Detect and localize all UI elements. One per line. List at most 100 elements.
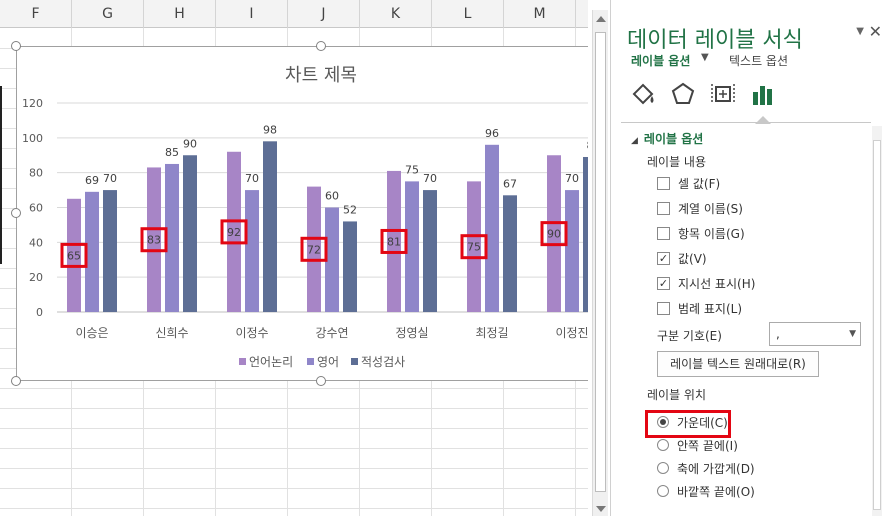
radio-button[interactable] bbox=[657, 439, 669, 451]
tab-label-options[interactable]: 레이블 옵션 bbox=[631, 52, 690, 69]
data-label[interactable]: 98 bbox=[263, 123, 277, 136]
scroll-thumb[interactable] bbox=[595, 32, 606, 492]
y-tick-label[interactable]: 20 bbox=[29, 271, 43, 284]
resize-handle-bottom[interactable] bbox=[316, 376, 326, 386]
chart-area[interactable]: 차트 제목 0 20 40 60 80 100 120 65 69 70 83 85 90 92 70 98… bbox=[16, 46, 588, 381]
x-axis-label[interactable]: 최정길 bbox=[475, 326, 508, 340]
scroll-up-icon[interactable] bbox=[596, 16, 606, 22]
radio-outside-end[interactable]: 바깥쪽 끝에(O) bbox=[657, 482, 755, 500]
bar[interactable] bbox=[263, 141, 277, 312]
checkbox-legend-key[interactable]: 범례 표지(L) bbox=[657, 299, 742, 317]
scroll-down-icon[interactable] bbox=[596, 506, 606, 512]
legend-label[interactable]: 언어논리 bbox=[249, 355, 293, 369]
bar[interactable] bbox=[565, 190, 579, 312]
data-label[interactable]: 96 bbox=[485, 127, 499, 140]
data-label[interactable]: 52 bbox=[343, 203, 357, 216]
reset-label-text-button[interactable]: 레이블 텍스트 원래대로(R) bbox=[657, 351, 819, 377]
checkbox-category-name[interactable]: 항목 이름(G) bbox=[657, 224, 745, 242]
col-header-k[interactable]: K bbox=[360, 0, 432, 28]
fill-line-icon[interactable] bbox=[629, 80, 657, 108]
data-label[interactable]: 92 bbox=[227, 226, 241, 239]
x-axis-label[interactable]: 강수연 bbox=[315, 326, 348, 340]
tab-text-options[interactable]: 텍스트 옵션 bbox=[729, 52, 788, 69]
close-icon[interactable]: ✕ bbox=[869, 22, 882, 41]
checkbox-value[interactable]: ✓ 값(V) bbox=[657, 249, 707, 267]
x-axis-label[interactable]: 정영실 bbox=[395, 326, 428, 340]
data-label[interactable]: 81 bbox=[387, 235, 401, 248]
data-label[interactable]: 75 bbox=[467, 241, 481, 254]
resize-handle-top-left[interactable] bbox=[11, 41, 21, 51]
y-tick-label[interactable]: 40 bbox=[29, 236, 43, 249]
checkbox-leader-lines[interactable]: ✓ 지시선 표시(H) bbox=[657, 274, 755, 292]
y-tick-label[interactable]: 100 bbox=[22, 132, 43, 145]
bar[interactable] bbox=[183, 155, 197, 312]
dropdown-arrow-icon[interactable]: ▼ bbox=[849, 323, 856, 345]
radio-inside-base[interactable]: 축에 가깝게(D) bbox=[657, 459, 755, 477]
chart-svg[interactable]: 차트 제목 0 20 40 60 80 100 120 65 69 70 83 85 90 92 70 98… bbox=[17, 47, 588, 382]
checkbox-box[interactable] bbox=[657, 176, 670, 190]
checkbox-box-checked[interactable]: ✓ bbox=[657, 276, 670, 290]
data-label[interactable]: 67 bbox=[503, 177, 517, 190]
legend-swatch[interactable] bbox=[239, 358, 246, 365]
bar[interactable] bbox=[245, 190, 259, 312]
y-tick-label[interactable]: 0 bbox=[36, 306, 43, 319]
data-label[interactable]: 75 bbox=[405, 163, 419, 176]
col-header-l[interactable]: L bbox=[432, 0, 504, 28]
bar[interactable] bbox=[485, 144, 499, 312]
chevron-down-icon[interactable]: ▼ bbox=[701, 52, 709, 63]
size-properties-icon[interactable] bbox=[709, 80, 737, 108]
data-label[interactable]: 72 bbox=[307, 243, 321, 256]
bar[interactable] bbox=[343, 221, 357, 312]
checkbox-box[interactable] bbox=[657, 201, 670, 215]
x-axis-label[interactable]: 이정진 bbox=[555, 326, 588, 340]
resize-handle-left[interactable] bbox=[11, 208, 21, 218]
data-label[interactable]: 70 bbox=[103, 172, 117, 185]
data-label[interactable]: 83 bbox=[147, 234, 161, 247]
data-label[interactable]: 70 bbox=[565, 172, 579, 185]
checkbox-box-checked[interactable]: ✓ bbox=[657, 251, 670, 265]
col-header-f[interactable]: F bbox=[0, 0, 72, 28]
legend-swatch[interactable] bbox=[351, 358, 358, 365]
checkbox-series-name[interactable]: 계열 이름(S) bbox=[657, 199, 743, 217]
radio-inside-end[interactable]: 안쪽 끝에(I) bbox=[657, 436, 738, 454]
section-label-options[interactable]: ◢ 레이블 옵션 bbox=[631, 130, 703, 147]
label-options-chart-icon[interactable] bbox=[749, 80, 777, 108]
checkbox-box[interactable] bbox=[657, 226, 670, 240]
x-axis-label[interactable]: 이정수 bbox=[235, 326, 268, 340]
col-header-h[interactable]: H bbox=[144, 0, 216, 28]
data-label[interactable]: 70 bbox=[423, 172, 437, 185]
collapse-triangle-icon[interactable]: ◢ bbox=[631, 136, 638, 146]
data-label[interactable]: 85 bbox=[165, 146, 179, 159]
resize-handle-bottom-left[interactable] bbox=[11, 376, 21, 386]
pane-scroll-thumb[interactable] bbox=[873, 140, 881, 510]
data-label[interactable]: 65 bbox=[67, 249, 81, 262]
bar[interactable] bbox=[423, 190, 437, 312]
y-tick-label[interactable]: 60 bbox=[29, 202, 43, 215]
sheet-vertical-scrollbar[interactable] bbox=[592, 10, 608, 516]
worksheet[interactable]: F G H I J K L M 차트 제목 0 20 40 60 80 100 120 65… bbox=[0, 0, 588, 516]
col-header-g[interactable]: G bbox=[72, 0, 144, 28]
col-header-m[interactable]: M bbox=[504, 0, 576, 28]
effects-pentagon-icon[interactable] bbox=[669, 80, 697, 108]
pane-options-chevron-icon[interactable]: ▼ bbox=[856, 26, 864, 37]
pane-scrollbar[interactable] bbox=[872, 126, 882, 516]
checkbox-box[interactable] bbox=[657, 301, 670, 315]
bar[interactable] bbox=[503, 195, 517, 312]
y-tick-label[interactable]: 80 bbox=[29, 167, 43, 180]
data-label[interactable]: 90 bbox=[183, 137, 197, 150]
legend-label[interactable]: 영어 bbox=[317, 355, 339, 369]
y-tick-label[interactable]: 120 bbox=[22, 97, 43, 110]
resize-handle-top[interactable] bbox=[316, 41, 326, 51]
data-label[interactable]: 60 bbox=[325, 190, 339, 203]
chart-title[interactable]: 차트 제목 bbox=[285, 65, 357, 86]
x-axis-label[interactable]: 신희수 bbox=[155, 326, 188, 340]
checkbox-cell-value[interactable]: 셀 값(F) bbox=[657, 174, 720, 192]
data-label[interactable]: 70 bbox=[245, 172, 259, 185]
legend-swatch[interactable] bbox=[307, 358, 314, 365]
bar[interactable] bbox=[103, 190, 117, 312]
separator-dropdown[interactable]: , ▼ bbox=[769, 322, 861, 346]
legend-label[interactable]: 적성검사 bbox=[361, 355, 405, 369]
col-header-i[interactable]: I bbox=[216, 0, 288, 28]
col-header-j[interactable]: J bbox=[288, 0, 360, 28]
data-label[interactable]: 90 bbox=[547, 228, 561, 241]
